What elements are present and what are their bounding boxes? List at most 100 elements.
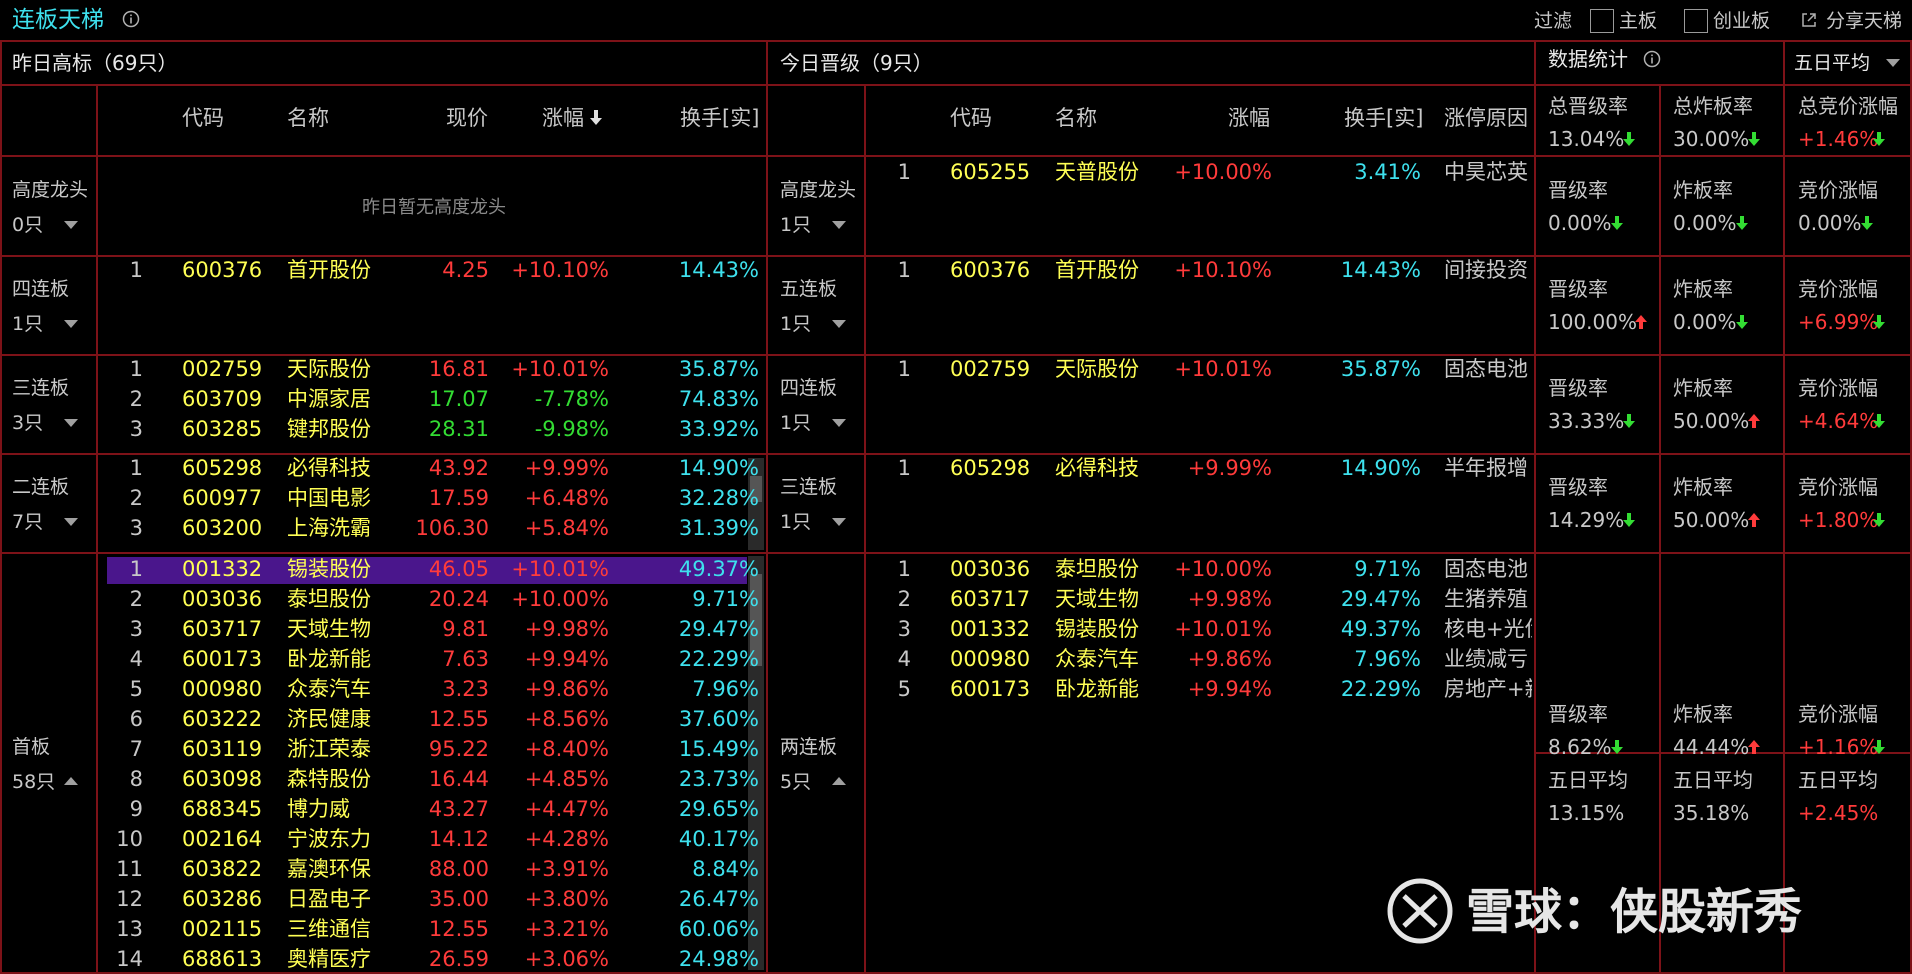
mid-group-3-count[interactable]: 1只 [780, 510, 811, 534]
info-icon[interactable] [122, 10, 140, 28]
arrow-down-icon [1623, 414, 1635, 428]
left-g1-row-price: 12.55 [428, 917, 489, 941]
chevron-down-icon[interactable] [832, 320, 846, 328]
left-group-4-count[interactable]: 1只 [12, 312, 43, 336]
left-g1-row-change: +10.01% [511, 557, 609, 581]
left-g1-row-change: +3.06% [524, 947, 609, 971]
chevron-down-icon[interactable] [1886, 59, 1900, 67]
left-g3-row-name: 天际股份 [287, 357, 371, 381]
left-g1-row-name: 三维通信 [287, 917, 371, 941]
mid-group-2-count[interactable]: 5只 [780, 770, 811, 794]
left-g2-row-name: 中国电影 [287, 486, 371, 510]
stats-row-4-label-2: 炸板率 [1673, 702, 1733, 726]
arrow-down-icon [1873, 132, 1885, 146]
arrow-up-icon [1748, 414, 1760, 428]
mid-g5-row-code: 600376 [950, 258, 1031, 282]
share-button[interactable]: 分享天梯 [1826, 9, 1902, 33]
sort-down-icon[interactable] [590, 110, 602, 126]
left-g1-row-index: 14 [116, 947, 143, 971]
left-g1-row-turnover: 23.73% [678, 767, 759, 791]
chevron-up-icon[interactable] [832, 777, 846, 785]
left-g3-row-turnover: 35.87% [678, 357, 759, 381]
chevron-down-icon[interactable] [64, 320, 78, 328]
stats-row-3-value-3: +1.80% [1798, 508, 1879, 532]
left-g1-row-price: 7.63 [442, 647, 489, 671]
mid-g2-row-turnover: 9.71% [1354, 557, 1421, 581]
left-g1-row-name: 众泰汽车 [287, 677, 371, 701]
chevron-up-icon[interactable] [64, 777, 78, 785]
left-group-2: 二连板 [12, 476, 70, 498]
stats-row-3-label-2: 炸板率 [1673, 475, 1733, 499]
mid-g5-row-turnover: 14.43% [1340, 258, 1421, 282]
left-group-2-count[interactable]: 7只 [12, 510, 43, 534]
stats-row-1-value-1: 100.00% [1548, 310, 1637, 334]
mid-g4-row-name: 天际股份 [1055, 357, 1139, 381]
growth-board-checkbox[interactable] [1684, 9, 1708, 33]
left-g3-row-code: 603709 [182, 387, 263, 411]
left-g3-row-code: 002759 [182, 357, 263, 381]
arrow-up-icon [1748, 740, 1760, 754]
left-g1-row-price: 46.05 [428, 557, 489, 581]
mid-g5-row-name: 首开股份 [1055, 258, 1139, 282]
mid-g2-row-turnover: 7.96% [1354, 647, 1421, 671]
stats-row-2-value-1: 33.33% [1548, 409, 1625, 433]
left-g3-row-turnover: 74.83% [678, 387, 759, 411]
left-col-change[interactable]: 涨幅 [542, 106, 584, 130]
arrow-down-icon [1611, 740, 1623, 754]
stats-row-2-value-2: 50.00% [1673, 409, 1750, 433]
left-g1-row-code: 688345 [182, 797, 263, 821]
info-icon[interactable] [1643, 50, 1661, 68]
left-g2-row-change: +6.48% [524, 486, 609, 510]
mid-group-4-count[interactable]: 1只 [780, 411, 811, 435]
left-group-1-count[interactable]: 58只 [12, 770, 55, 794]
arrow-down-icon [1736, 315, 1748, 329]
left-g1-row-turnover: 15.49% [678, 737, 759, 761]
left-g1-row-code: 688613 [182, 947, 263, 971]
mid-group-5-count[interactable]: 1只 [780, 312, 811, 336]
left-g1-row-change: +8.40% [524, 737, 609, 761]
share-icon[interactable] [1800, 11, 1818, 29]
mid-group-height-leader-count[interactable]: 1只 [780, 213, 811, 237]
main-board-label[interactable]: 主板 [1619, 9, 1657, 33]
left-group-height-leader-count[interactable]: 0只 [12, 213, 43, 237]
mid-g2-row-name: 卧龙新能 [1055, 677, 1139, 701]
left-g1-row-name: 济民健康 [287, 707, 371, 731]
left-g2-row-code: 605298 [182, 456, 263, 480]
left-g1-row-code: 603119 [182, 737, 263, 761]
left-g1-row-code: 000980 [182, 677, 263, 701]
chevron-down-icon[interactable] [64, 221, 78, 229]
growth-board-label[interactable]: 创业板 [1713, 9, 1770, 33]
chevron-down-icon[interactable] [64, 419, 78, 427]
mid-g2-row-code: 003036 [950, 557, 1031, 581]
mid-g5-row-index: 1 [897, 258, 911, 282]
mid-g2-row-index: 1 [897, 557, 911, 581]
chevron-down-icon[interactable] [832, 518, 846, 526]
mid-g2-row-name: 天域生物 [1055, 587, 1139, 611]
five-day-avg-dropdown[interactable]: 五日平均 [1794, 51, 1870, 75]
mid-group-4: 四连板 [780, 377, 838, 399]
main-board-checkbox[interactable] [1590, 9, 1614, 33]
chevron-down-icon[interactable] [64, 518, 78, 526]
left-g1-row-change: +9.86% [524, 677, 609, 701]
left-group-height-leader: 高度龙头 [12, 179, 89, 201]
left-g1-row-price: 12.55 [428, 707, 489, 731]
left-col-turnover: 换手[实] [680, 106, 760, 130]
left-g2-row-price: 17.59 [428, 486, 489, 510]
mid-col-code: 代码 [950, 106, 992, 130]
left-g1-row-turnover: 9.71% [692, 587, 759, 611]
mid-g3-row-turnover: 14.90% [1340, 456, 1421, 480]
left-g2-row-code: 603200 [182, 516, 263, 540]
left-g1-row-price: 14.12 [428, 827, 489, 851]
arrow-down-icon [1873, 315, 1885, 329]
mid-group-5: 五连板 [780, 278, 838, 300]
stats-avg-label-1: 五日平均 [1548, 768, 1628, 792]
left-g1-row-index: 13 [116, 917, 143, 941]
mid-g2-row-change: +9.98% [1187, 587, 1272, 611]
left-group-3-count[interactable]: 3只 [12, 411, 43, 435]
left-g1-row-change: +9.94% [524, 647, 609, 671]
chevron-down-icon[interactable] [832, 221, 846, 229]
left-g2-row-index: 1 [129, 456, 143, 480]
chevron-down-icon[interactable] [832, 419, 846, 427]
mid-g2-row-reason: 核电+光伏 [1444, 617, 1532, 641]
left-g1-row-index: 11 [116, 857, 143, 881]
